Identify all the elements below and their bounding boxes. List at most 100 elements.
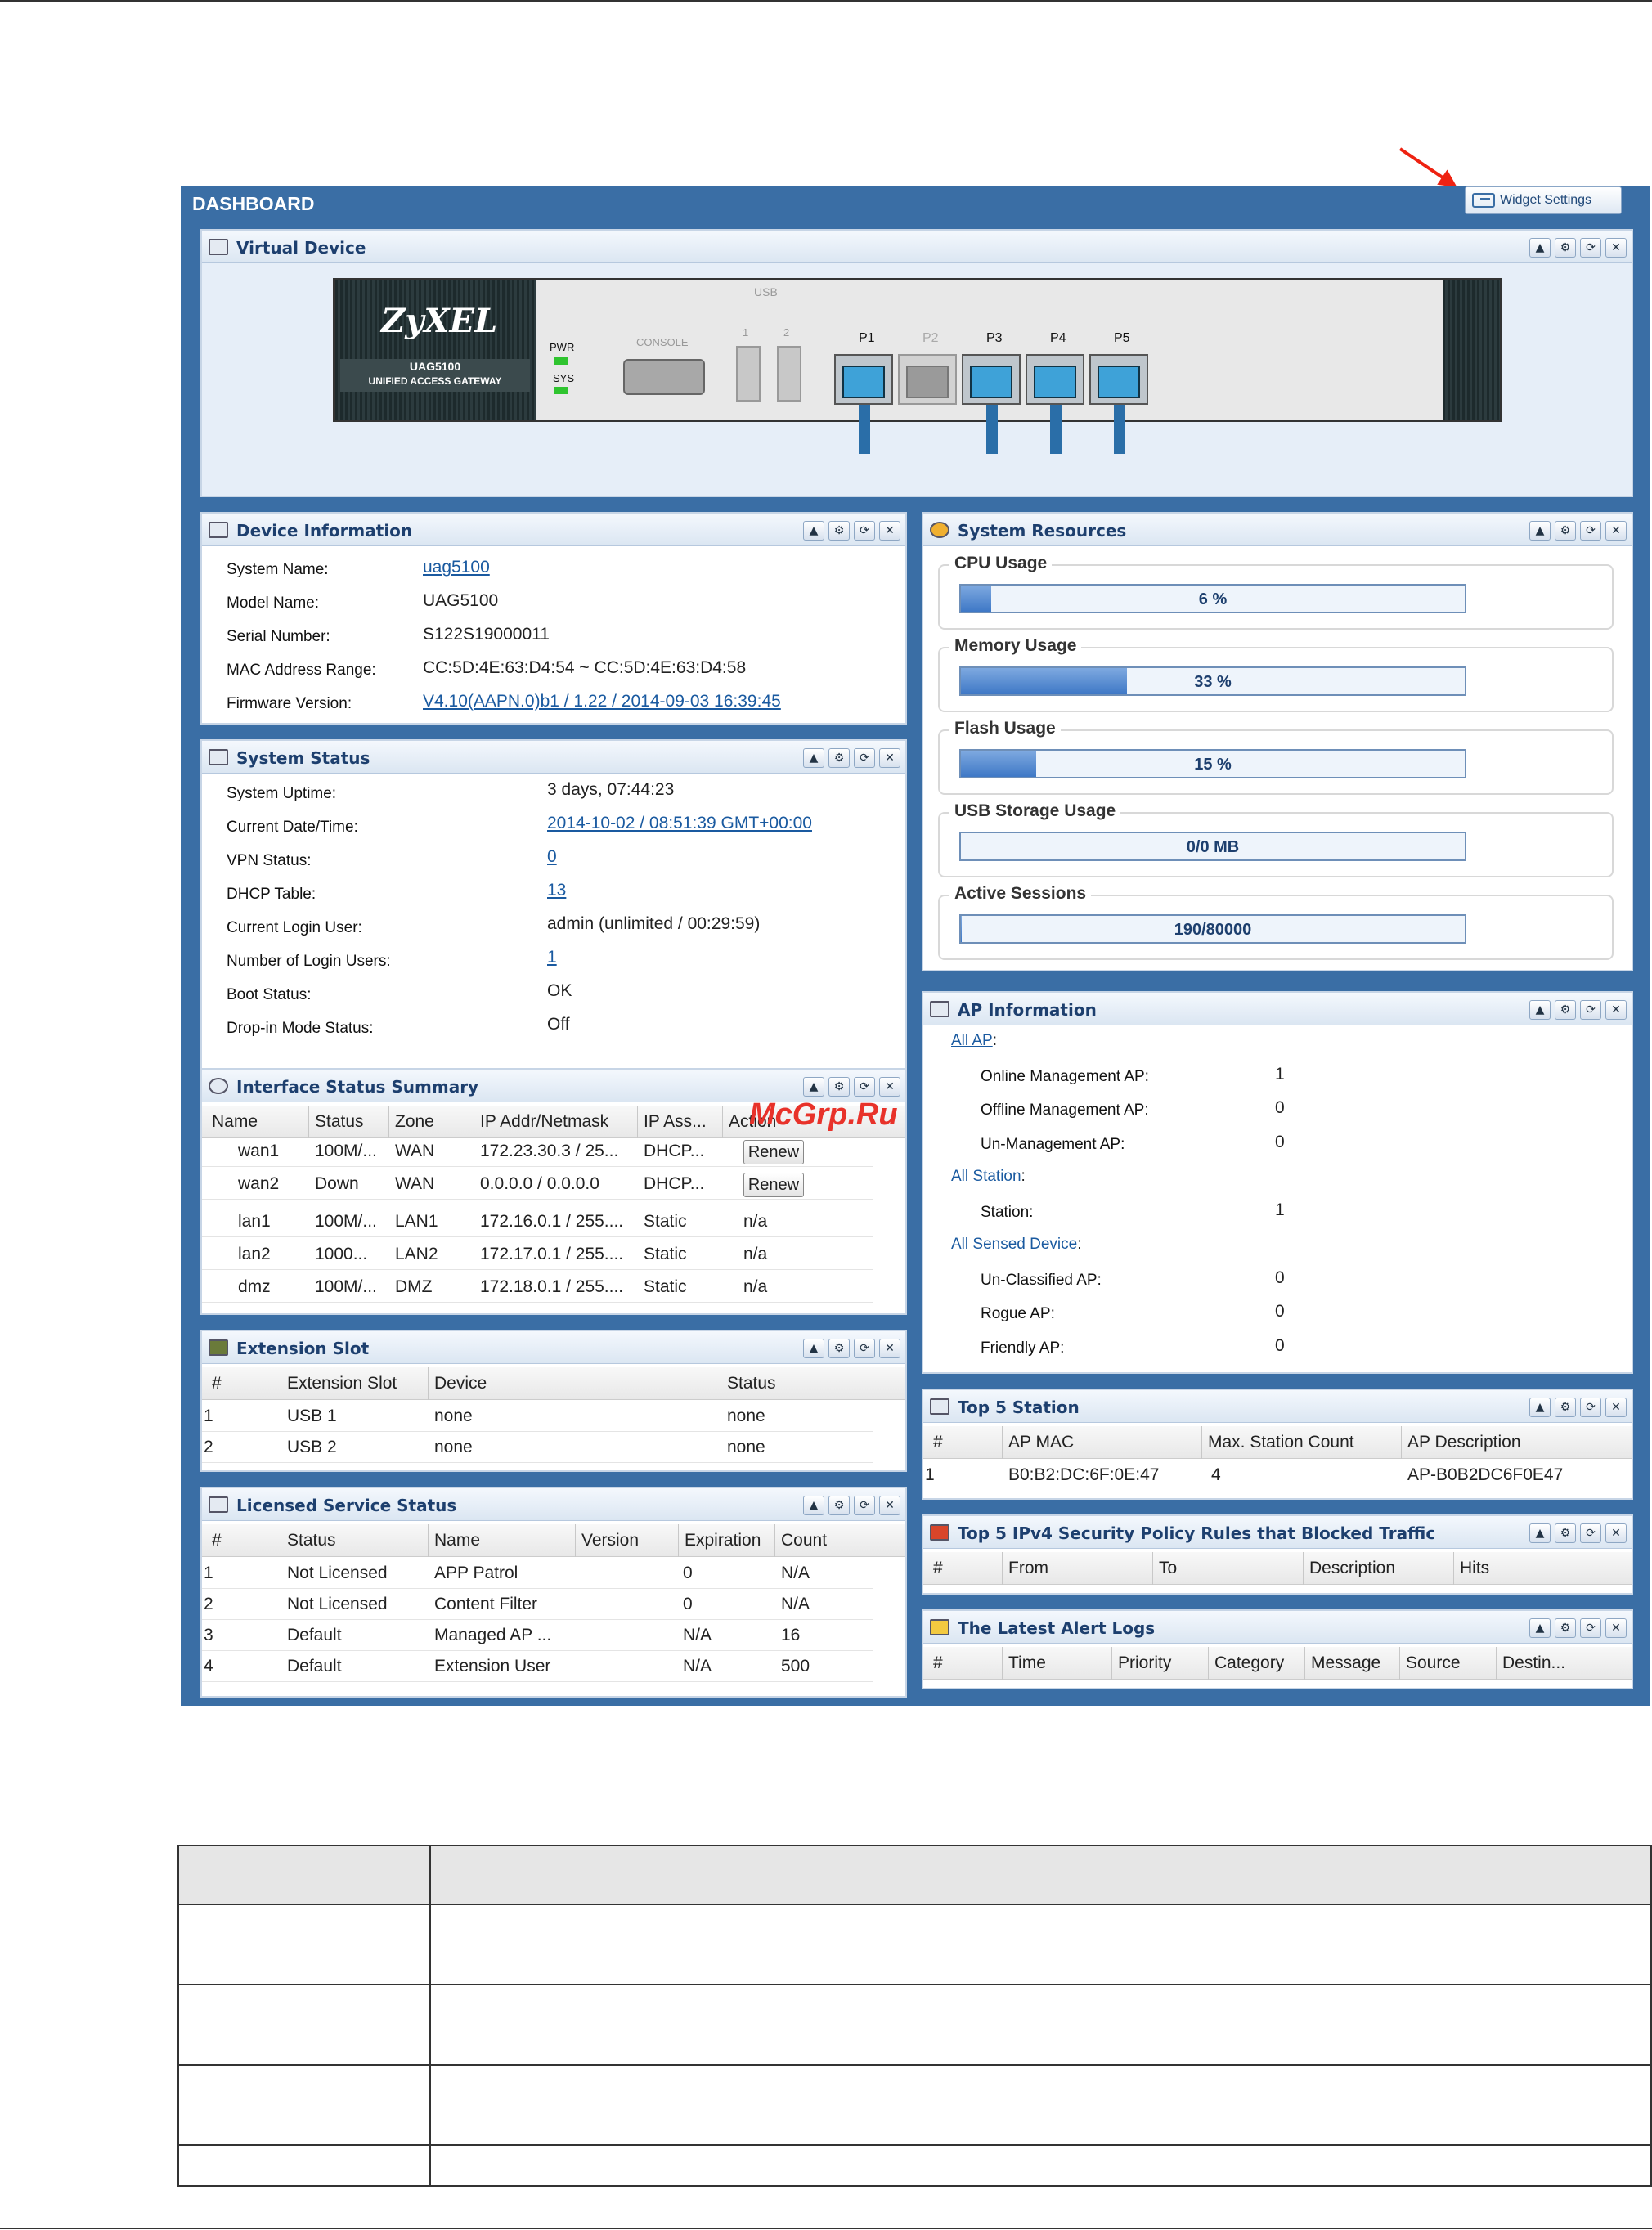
column-header[interactable]: IP Addr/Netmask: [480, 1112, 608, 1132]
settings-icon[interactable]: ⚙: [1555, 1398, 1576, 1417]
column-header[interactable]: Device: [434, 1374, 487, 1393]
close-icon[interactable]: ✕: [1605, 1398, 1627, 1417]
refresh-icon[interactable]: ⟳: [1580, 1398, 1601, 1417]
port-p4[interactable]: [1026, 354, 1084, 405]
column-header[interactable]: Priority: [1118, 1653, 1171, 1673]
column-header[interactable]: Name: [434, 1531, 480, 1550]
column-header[interactable]: #: [212, 1531, 222, 1550]
refresh-icon[interactable]: ⟳: [1580, 1000, 1601, 1020]
column-header[interactable]: #: [933, 1433, 943, 1452]
column-header[interactable]: IP Ass...: [644, 1112, 707, 1132]
refresh-icon[interactable]: ⟳: [854, 748, 875, 768]
status-value: Off: [547, 1015, 570, 1034]
refresh-icon[interactable]: ⟳: [854, 1339, 875, 1358]
status-value[interactable]: 2014-10-02 / 08:51:39 GMT+00:00: [547, 814, 812, 833]
close-icon[interactable]: ✕: [1605, 521, 1627, 541]
close-icon[interactable]: ✕: [1605, 1523, 1627, 1543]
settings-icon[interactable]: ⚙: [828, 1077, 850, 1097]
ap-group-link[interactable]: All AP:: [951, 1032, 997, 1050]
collapse-icon[interactable]: ▲: [1529, 1618, 1551, 1638]
column-header[interactable]: Count: [781, 1531, 827, 1550]
info-value[interactable]: uag5100: [423, 558, 490, 577]
collapse-icon[interactable]: ▲: [1529, 238, 1551, 258]
settings-icon[interactable]: ⚙: [1555, 1618, 1576, 1638]
close-icon[interactable]: ✕: [1605, 1000, 1627, 1020]
collapse-icon[interactable]: ▲: [803, 1339, 824, 1358]
ap-group-link[interactable]: All Station:: [951, 1168, 1026, 1186]
port-p5[interactable]: [1089, 354, 1148, 405]
column-header[interactable]: AP Description: [1407, 1433, 1521, 1452]
settings-icon[interactable]: ⚙: [1555, 1523, 1576, 1543]
settings-icon[interactable]: ⚙: [828, 1339, 850, 1358]
column-header[interactable]: Status: [287, 1531, 336, 1550]
status-value[interactable]: 13: [547, 881, 566, 900]
column-header[interactable]: Status: [727, 1374, 776, 1393]
close-icon[interactable]: ✕: [879, 1496, 900, 1515]
renew-button[interactable]: Renew: [743, 1173, 804, 1197]
column-header[interactable]: #: [933, 1559, 943, 1578]
console-port[interactable]: [623, 359, 705, 395]
column-header[interactable]: #: [933, 1653, 943, 1673]
settings-icon[interactable]: ⚙: [828, 521, 850, 541]
close-icon[interactable]: ✕: [879, 748, 900, 768]
collapse-icon[interactable]: ▲: [1529, 1000, 1551, 1020]
collapse-icon[interactable]: ▲: [1529, 1523, 1551, 1543]
info-value[interactable]: V4.10(AAPN.0)b1 / 1.22 / 2014-09-03 16:3…: [423, 692, 781, 711]
status-value[interactable]: 1: [547, 948, 557, 967]
collapse-icon[interactable]: ▲: [803, 521, 824, 541]
ap-link[interactable]: All Station: [951, 1168, 1021, 1185]
column-header[interactable]: #: [212, 1374, 222, 1393]
settings-icon[interactable]: ⚙: [1555, 1000, 1576, 1020]
collapse-icon[interactable]: ▲: [803, 1496, 824, 1515]
column-header[interactable]: From: [1008, 1559, 1048, 1578]
column-header[interactable]: Zone: [395, 1112, 434, 1132]
column-header[interactable]: Version: [581, 1531, 639, 1550]
renew-button[interactable]: Renew: [743, 1140, 804, 1164]
settings-icon[interactable]: ⚙: [1555, 238, 1576, 258]
column-header[interactable]: AP MAC: [1008, 1433, 1074, 1452]
collapse-icon[interactable]: ▲: [803, 748, 824, 768]
column-header[interactable]: Status: [315, 1112, 364, 1132]
refresh-icon[interactable]: ⟳: [854, 1496, 875, 1515]
refresh-icon[interactable]: ⟳: [1580, 1618, 1601, 1638]
port-p2[interactable]: [898, 354, 957, 405]
refresh-icon[interactable]: ⟳: [1580, 521, 1601, 541]
collapse-icon[interactable]: ▲: [1529, 1398, 1551, 1417]
close-icon[interactable]: ✕: [879, 521, 900, 541]
close-icon[interactable]: ✕: [1605, 238, 1627, 258]
column-header[interactable]: Category: [1214, 1653, 1284, 1673]
refresh-icon[interactable]: ⟳: [1580, 1523, 1601, 1543]
refresh-icon[interactable]: ⟳: [854, 1077, 875, 1097]
ap-group-link[interactable]: All Sensed Device:: [951, 1236, 1081, 1254]
column-header[interactable]: Name: [212, 1112, 258, 1132]
close-icon[interactable]: ✕: [879, 1077, 900, 1097]
column-header[interactable]: Expiration: [685, 1531, 761, 1550]
column-header[interactable]: Hits: [1460, 1559, 1489, 1578]
close-icon[interactable]: ✕: [1605, 1618, 1627, 1638]
settings-icon[interactable]: ⚙: [1555, 521, 1576, 541]
settings-icon[interactable]: ⚙: [828, 748, 850, 768]
column-header[interactable]: Description: [1309, 1559, 1395, 1578]
port-p3[interactable]: [962, 354, 1021, 405]
resources-icon: [930, 522, 949, 538]
ap-link[interactable]: All Sensed Device: [951, 1236, 1077, 1253]
column-header[interactable]: Extension Slot: [287, 1374, 397, 1393]
column-header[interactable]: Source: [1406, 1653, 1461, 1673]
column-header[interactable]: Time: [1008, 1653, 1046, 1673]
settings-icon[interactable]: ⚙: [828, 1496, 850, 1515]
close-icon[interactable]: ✕: [879, 1339, 900, 1358]
refresh-icon[interactable]: ⟳: [1580, 238, 1601, 258]
column-header[interactable]: Message: [1311, 1653, 1380, 1673]
column-header[interactable]: Max. Station Count: [1208, 1433, 1354, 1452]
ap-link[interactable]: All AP: [951, 1032, 993, 1049]
collapse-icon[interactable]: ▲: [803, 1077, 824, 1097]
usb-port-1[interactable]: [736, 346, 761, 402]
column-header[interactable]: Destin...: [1502, 1653, 1565, 1673]
refresh-icon[interactable]: ⟳: [854, 521, 875, 541]
port-p1[interactable]: [834, 354, 893, 405]
column-header[interactable]: To: [1159, 1559, 1177, 1578]
collapse-icon[interactable]: ▲: [1529, 521, 1551, 541]
status-value[interactable]: 0: [547, 847, 557, 867]
widget-settings-button[interactable]: Widget Settings: [1465, 186, 1622, 214]
usb-port-2[interactable]: [777, 346, 801, 402]
